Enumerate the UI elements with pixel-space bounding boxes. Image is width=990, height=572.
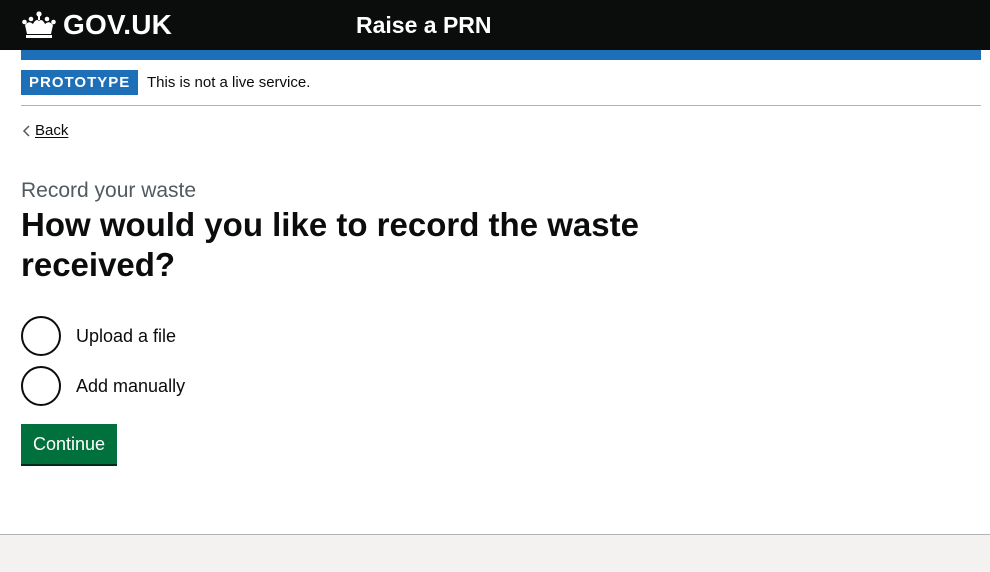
radio-label: Add manually xyxy=(76,376,186,396)
header-blue-bar xyxy=(21,50,981,60)
phase-banner: PROTOTYPE This is not a live service. xyxy=(21,70,981,106)
chevron-left-icon xyxy=(22,125,30,137)
back-link[interactable]: Back xyxy=(21,121,68,141)
back-link-label: Back xyxy=(35,122,69,139)
govuk-logo-link[interactable]: GOV.UK xyxy=(21,9,172,41)
radio-label: Upload a file xyxy=(76,326,177,346)
page-heading: How would you like to record the waste r… xyxy=(21,206,639,283)
site-footer xyxy=(0,534,990,572)
phase-banner-text: This is not a live service. xyxy=(147,74,311,91)
continue-button[interactable]: Continue xyxy=(21,424,118,464)
radio-circle[interactable] xyxy=(21,366,61,406)
crown-icon xyxy=(22,11,56,38)
site-header: GOV.UK Raise a PRN xyxy=(0,0,990,50)
radio-upload-file[interactable]: Upload a file xyxy=(21,316,176,356)
logo-text: GOV.UK xyxy=(63,9,173,40)
radio-circle[interactable] xyxy=(21,316,61,356)
radio-add-manually[interactable]: Add manually xyxy=(21,366,185,406)
service-name-link[interactable]: Raise a PRN xyxy=(356,10,492,40)
page-caption: Record your waste xyxy=(21,179,197,202)
phase-tag: PROTOTYPE xyxy=(21,70,139,95)
